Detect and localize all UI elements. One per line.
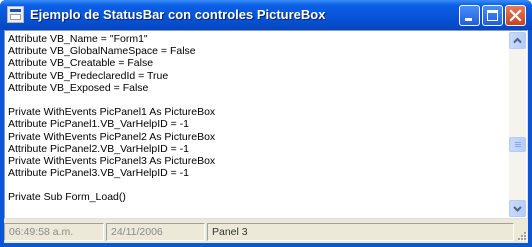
code-line: Attribute VB_Creatable = False <box>8 57 154 70</box>
code-line: Attribute VB_Name = "Form1" <box>8 33 148 45</box>
chevron-up-icon <box>513 37 522 44</box>
minimize-button[interactable] <box>459 5 480 26</box>
close-button[interactable] <box>505 5 526 26</box>
chevron-down-icon <box>513 206 522 212</box>
code-line: Attribute VB_GlobalNameSpace = False <box>8 45 196 58</box>
code-line: Attribute VB_PredeclaredId = True <box>8 69 169 82</box>
window-title: Ejemplo de StatusBar con controles Pictu… <box>30 7 326 22</box>
code-line: Private WithEvents PicPanel2 As PictureB… <box>8 130 216 143</box>
code-line: Attribute PicPanel3.VB_VarHelpID = -1 <box>8 167 190 180</box>
maximize-button[interactable] <box>482 5 503 26</box>
status-bar: 06:49:58 a.m. 24/11/2006 Panel 3 <box>4 222 528 242</box>
code-line: Private WithEvents PicPanel3 As PictureB… <box>8 154 216 167</box>
scroll-down-button[interactable] <box>509 200 526 217</box>
close-icon <box>509 9 522 22</box>
code-line: Attribute PicPanel2.VB_VarHelpID = -1 <box>8 142 190 155</box>
code-text[interactable]: Attribute VB_Name = "Form1" Attribute VB_… <box>8 33 508 216</box>
title-bar[interactable]: Ejemplo de StatusBar con controles Pictu… <box>0 0 532 30</box>
maximize-icon <box>487 10 498 21</box>
vertical-scrollbar[interactable] <box>509 32 526 217</box>
minimize-icon <box>465 18 472 21</box>
resize-grip-icon[interactable] <box>516 230 528 242</box>
application-window: Ejemplo de StatusBar con controles Pictu… <box>0 0 532 247</box>
code-line: Attribute PicPanel1.VB_VarHelpID = -1 <box>8 118 190 131</box>
code-line: Private WithEvents PicPanel1 As PictureB… <box>8 106 216 119</box>
code-line: Attribute VB_Exposed = False <box>8 81 149 94</box>
status-panel-time: 06:49:58 a.m. <box>4 223 104 241</box>
status-panel-date: 24/11/2006 <box>106 223 205 241</box>
code-line: Private Sub Form_Load() <box>8 191 126 204</box>
form-icon[interactable] <box>7 6 24 23</box>
form-client-area: Attribute VB_Name = "Form1" Attribute VB_… <box>4 30 528 243</box>
scroll-thumb[interactable] <box>509 137 526 153</box>
scroll-up-button[interactable] <box>509 32 526 49</box>
code-textbox[interactable]: Attribute VB_Name = "Form1" Attribute VB_… <box>4 30 528 219</box>
status-panel-3: Panel 3 <box>207 223 514 241</box>
